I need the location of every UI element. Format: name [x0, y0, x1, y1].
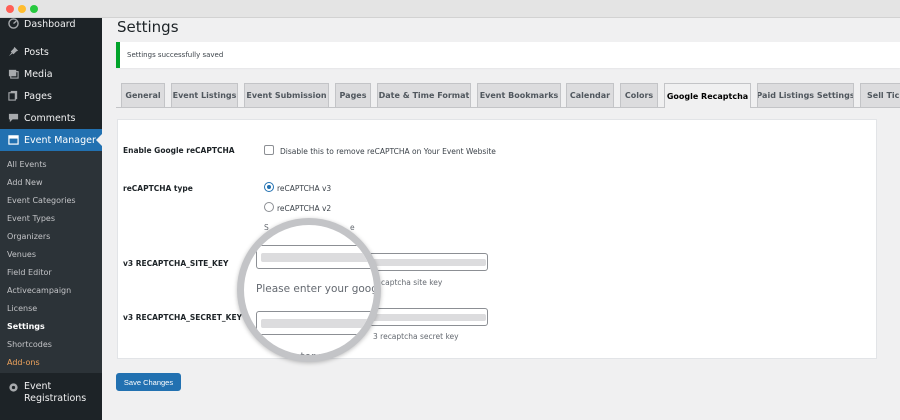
sidebar-item-label: Posts	[24, 46, 49, 58]
minimize-window-button[interactable]	[18, 5, 26, 13]
tabs-divider	[116, 107, 900, 108]
tab-date-time-format[interactable]: Date & Time Format	[377, 83, 471, 107]
comment-icon	[7, 112, 19, 124]
sidebar-item-event-registrations[interactable]: Event Registrations	[0, 379, 102, 407]
submenu-add-new[interactable]: Add New	[7, 178, 42, 187]
submenu-event-categories[interactable]: Event Categories	[7, 196, 76, 205]
secret-key-label: v3 RECAPTCHA_SECRET_KEY	[123, 313, 243, 322]
recaptcha-settings-panel	[117, 119, 877, 359]
recaptcha-type-label: reCAPTCHA type	[123, 184, 193, 193]
tab-pages[interactable]: Pages	[335, 83, 371, 107]
magnified-type-hint-fragment: S	[264, 228, 270, 238]
tab-general[interactable]: General	[121, 83, 165, 107]
magnified-secret-key-input	[256, 311, 374, 335]
submenu-venues[interactable]: Venues	[7, 250, 36, 259]
success-notice: Settings successfully saved	[116, 42, 900, 68]
enable-recaptcha-label: Enable Google reCAPTCHA	[123, 146, 235, 155]
submenu-field-editor[interactable]: Field Editor	[7, 268, 52, 277]
submenu-license[interactable]: License	[7, 304, 37, 313]
tab-event-submission[interactable]: Event Submission	[244, 83, 329, 107]
active-menu-arrow	[96, 134, 102, 146]
sidebar-item-posts[interactable]: Posts	[0, 41, 102, 63]
close-window-button[interactable]	[6, 5, 14, 13]
submenu-event-types[interactable]: Event Types	[7, 214, 55, 223]
sidebar-item-label: Comments	[24, 112, 76, 124]
event-manager-submenu: All Events Add New Event Categories Even…	[0, 151, 102, 373]
site-key-hint: captcha site key	[381, 278, 443, 287]
magnified-site-key-hint: Please enter your google	[256, 283, 381, 295]
tab-google-recaptcha[interactable]: Google Recaptcha	[664, 83, 751, 108]
calendar-icon	[7, 134, 19, 146]
sidebar-item-event-manager[interactable]: Event Manager	[0, 129, 102, 151]
submenu-activecampaign[interactable]: Activecampaign	[7, 286, 71, 295]
submenu-all-events[interactable]: All Events	[7, 160, 47, 169]
sidebar-item-label: Event Registrations	[24, 381, 86, 405]
recaptcha-v3-radio[interactable]	[264, 182, 274, 192]
tab-paid-listings-settings[interactable]: Paid Listings Settings	[757, 83, 854, 107]
submenu-add-ons[interactable]: Add-ons	[7, 358, 40, 367]
tab-sell-tickets[interactable]: Sell Tick	[860, 83, 900, 107]
magnified-secret-key-hint: se enter your	[272, 351, 343, 362]
pin-icon	[7, 46, 19, 58]
magnified-site-key-redacted	[261, 253, 374, 262]
tab-colors[interactable]: Colors	[620, 83, 658, 107]
save-changes-button[interactable]: Save Changes	[116, 373, 181, 391]
recaptcha-v2-radio[interactable]	[264, 202, 274, 212]
submenu-settings[interactable]: Settings	[7, 322, 45, 331]
sidebar-item-label: Event Manager	[24, 134, 96, 146]
gear-icon	[7, 382, 19, 394]
submenu-shortcodes[interactable]: Shortcodes	[7, 340, 52, 349]
recaptcha-v2-label: reCAPTCHA v2	[277, 204, 332, 213]
sidebar-item-label: Pages	[24, 90, 52, 102]
page-title: Settings	[117, 18, 179, 36]
enable-recaptcha-checkbox[interactable]	[264, 145, 274, 155]
recaptcha-v3-label: reCAPTCHA v3	[277, 184, 332, 193]
pages-icon	[7, 90, 19, 102]
magnified-site-key-input	[256, 245, 374, 269]
admin-sidebar: Dashboard Posts Media Pages Comments Eve…	[0, 0, 102, 420]
sidebar-item-pages[interactable]: Pages	[0, 85, 102, 107]
sidebar-item-label-line2: Registrations	[24, 393, 87, 404]
dashboard-icon	[7, 18, 19, 30]
enable-recaptcha-description: Disable this to remove reCAPTCHA on Your…	[280, 147, 496, 156]
sidebar-item-label-line1: Event	[24, 381, 52, 392]
magnifier-lens: S Please enter your google se enter your	[237, 218, 381, 362]
submenu-organizers[interactable]: Organizers	[7, 232, 50, 241]
sidebar-item-label: Media	[24, 68, 53, 80]
secret-key-hint: 3 recaptcha secret key	[373, 332, 459, 341]
window-titlebar	[0, 0, 900, 18]
tab-calendar[interactable]: Calendar	[566, 83, 614, 107]
sidebar-item-comments[interactable]: Comments	[0, 107, 102, 129]
notice-text: Settings successfully saved	[127, 51, 224, 59]
tab-event-bookmarks[interactable]: Event Bookmarks	[477, 83, 561, 107]
site-key-label: v3 RECAPTCHA_SITE_KEY	[123, 259, 229, 268]
media-icon	[7, 68, 19, 80]
tab-event-listings[interactable]: Event Listings	[171, 83, 238, 107]
magnified-secret-key-redacted	[261, 319, 374, 328]
sidebar-item-label: Dashboard	[24, 18, 76, 30]
maximize-window-button[interactable]	[30, 5, 38, 13]
sidebar-item-media[interactable]: Media	[0, 63, 102, 85]
